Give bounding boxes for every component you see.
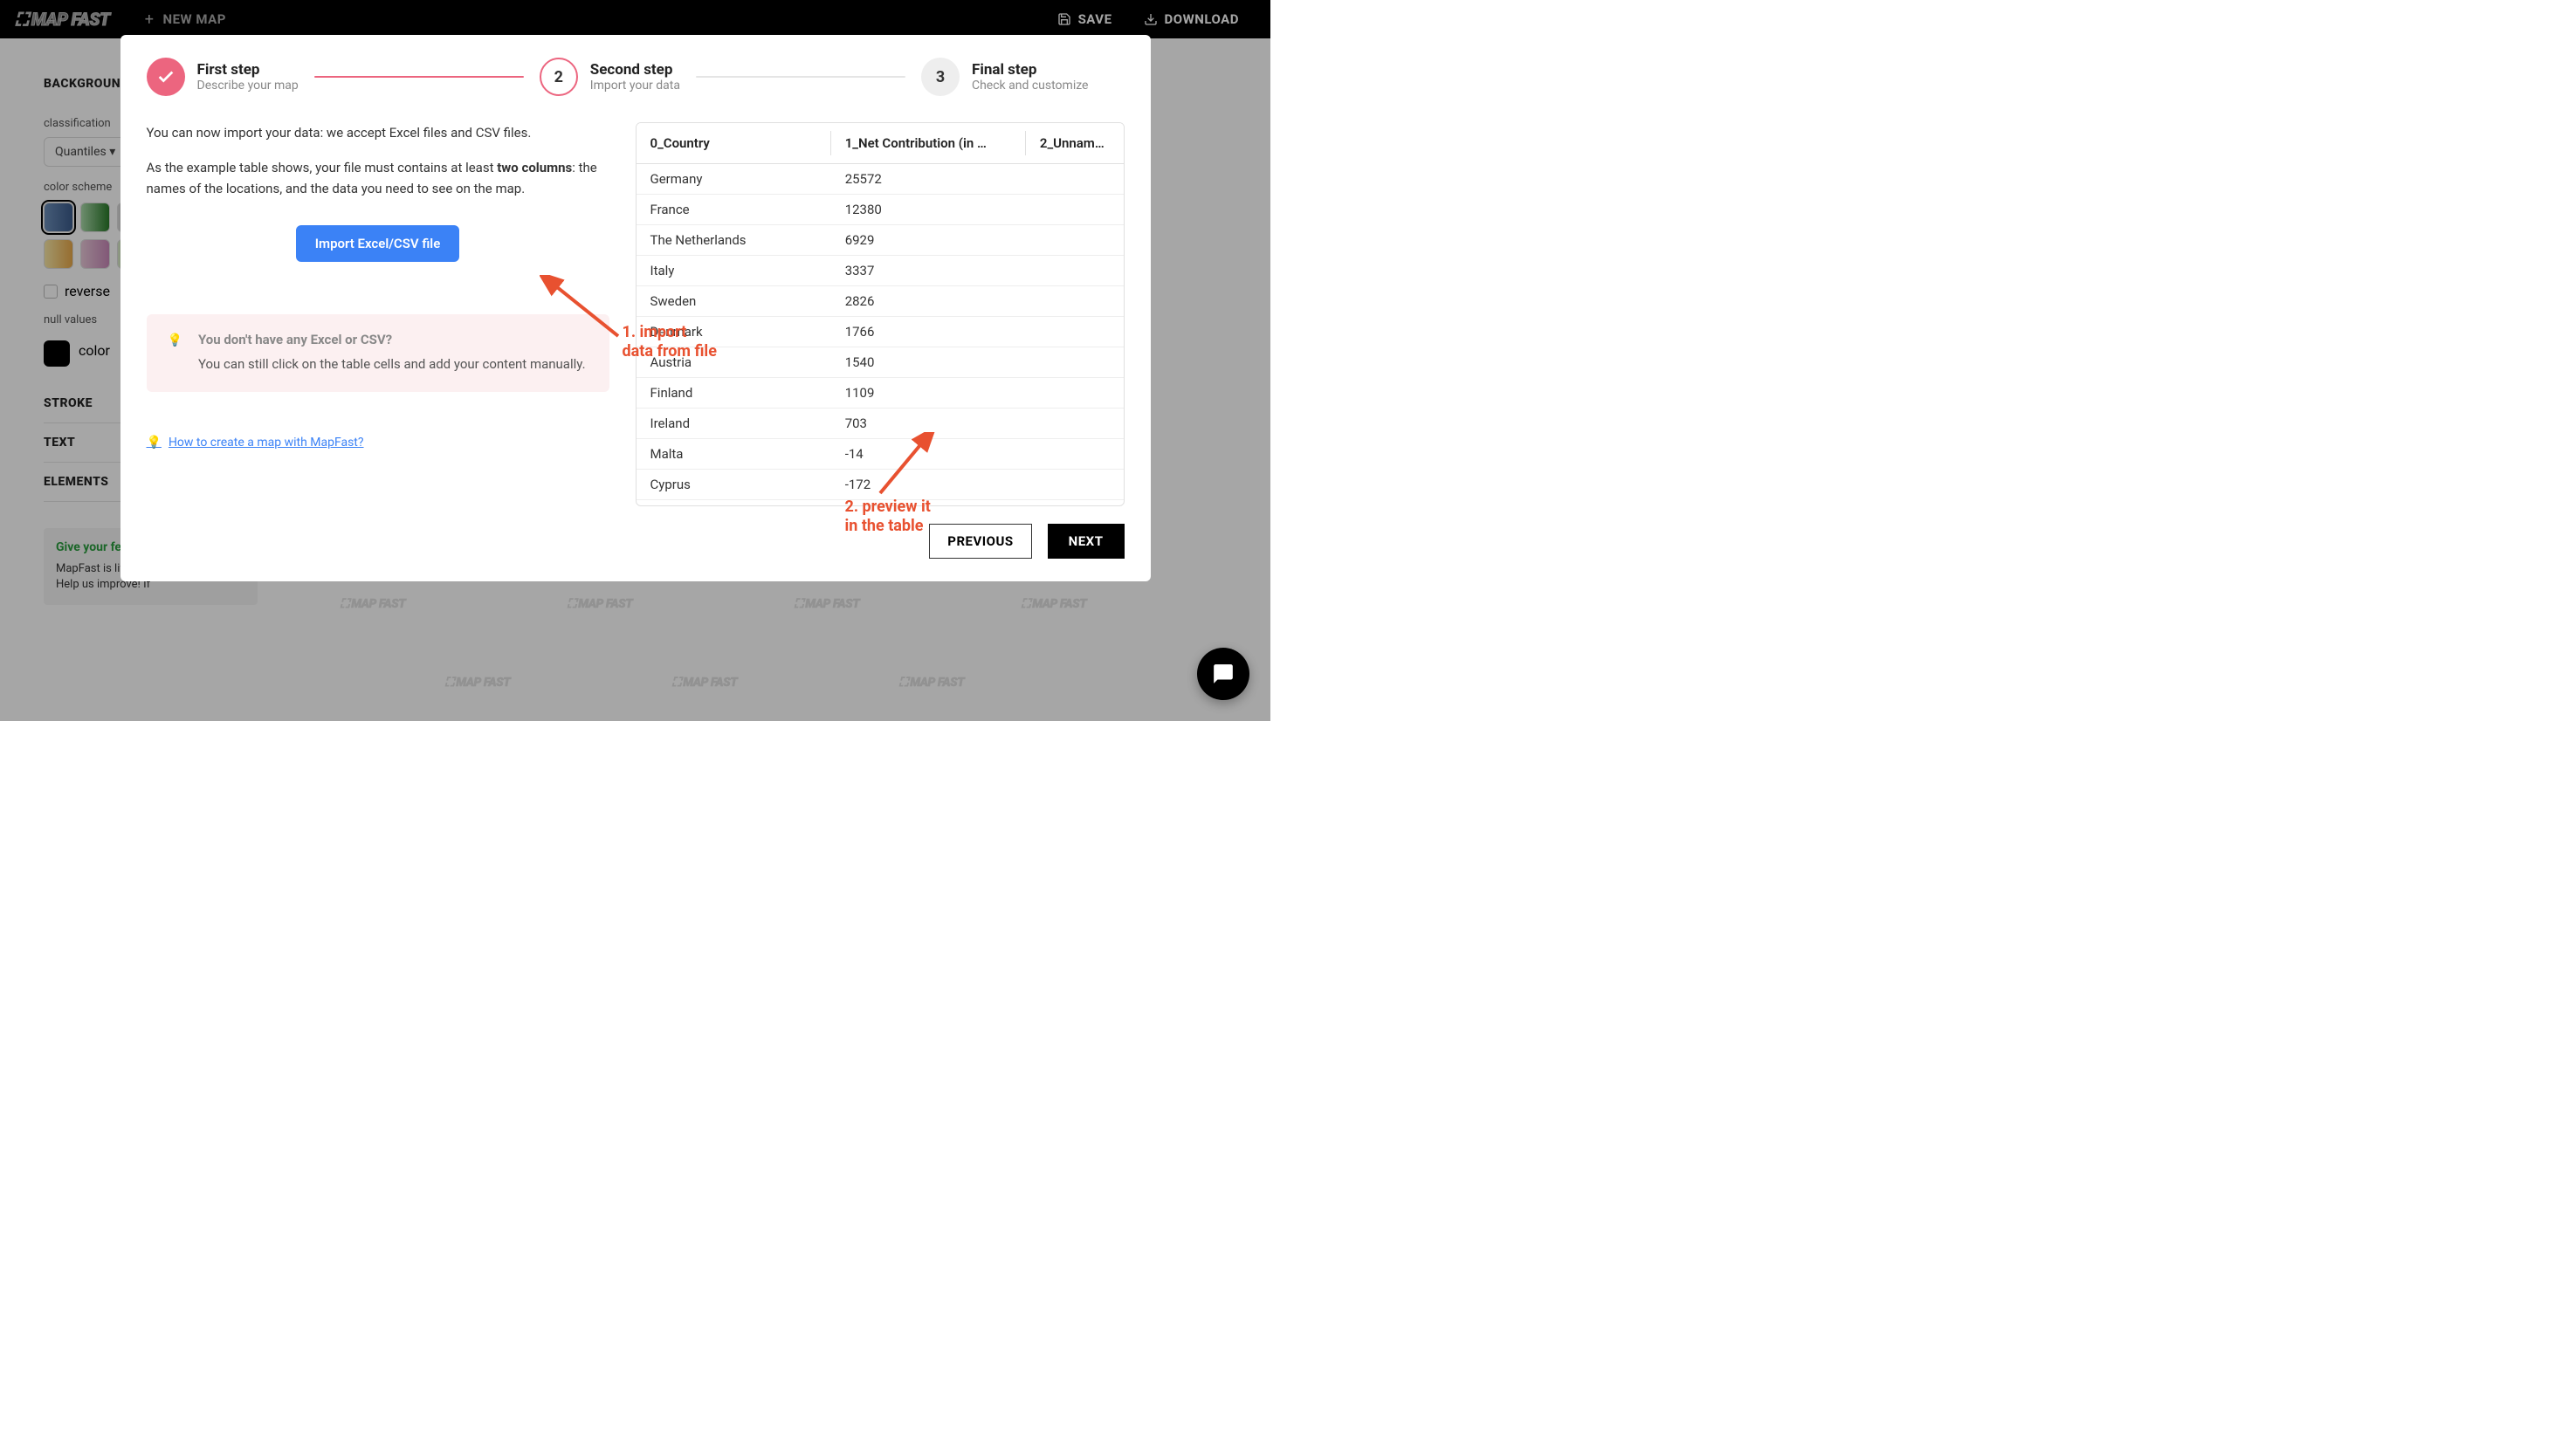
step-line-2: [696, 76, 905, 78]
cell-country[interactable]: Ireland: [637, 409, 831, 439]
lightbulb-icon: 💡: [168, 333, 182, 374]
intro-line-2: As the example table shows, your file mu…: [147, 157, 609, 199]
table-row[interactable]: Germany25572: [637, 164, 1124, 195]
cell-value[interactable]: 12380: [831, 195, 1026, 225]
step-2-title: Second step: [590, 61, 680, 79]
cell-country[interactable]: Finland: [637, 378, 831, 409]
step-2-labels: Second step Import your data: [590, 61, 680, 93]
step-1-circle: [147, 58, 185, 96]
cell-value[interactable]: 1540: [831, 347, 1026, 378]
lightbulb-icon: 💡: [147, 436, 162, 450]
cell-value[interactable]: -172: [831, 470, 1026, 500]
howto-link[interactable]: 💡 How to create a map with MapFast?: [147, 436, 609, 450]
cell-value[interactable]: 2826: [831, 286, 1026, 317]
cell-empty[interactable]: [1026, 439, 1124, 470]
cell-country[interactable]: Austria: [637, 347, 831, 378]
cell-value[interactable]: 3337: [831, 256, 1026, 286]
data-preview-table: 0_Country 1_Net Contribution (in … 2_Unn…: [636, 122, 1125, 506]
step-3[interactable]: 3 Final step Check and customize: [921, 58, 1089, 96]
cell-value[interactable]: 25572: [831, 164, 1026, 195]
step-3-title: Final step: [972, 61, 1089, 79]
intro-line-1: You can now import your data: we accept …: [147, 122, 609, 143]
cell-empty[interactable]: [1026, 470, 1124, 500]
chat-bubble-button[interactable]: [1197, 648, 1249, 700]
step-1-title: First step: [197, 61, 299, 79]
step-1[interactable]: First step Describe your map: [147, 58, 299, 96]
table-row[interactable]: France12380: [637, 195, 1124, 225]
cell-empty[interactable]: [1026, 378, 1124, 409]
col-header-0[interactable]: 0_Country: [637, 123, 831, 164]
cell-empty[interactable]: [1026, 409, 1124, 439]
step-1-labels: First step Describe your map: [197, 61, 299, 93]
cell-value[interactable]: -386: [831, 500, 1026, 507]
step-1-sub: Describe your map: [197, 79, 299, 93]
table-row[interactable]: The Netherlands6929: [637, 225, 1124, 256]
cell-value[interactable]: 1109: [831, 378, 1026, 409]
cell-country[interactable]: The Netherlands: [637, 225, 831, 256]
cell-value[interactable]: 6929: [831, 225, 1026, 256]
cell-empty[interactable]: [1026, 164, 1124, 195]
cell-empty[interactable]: [1026, 347, 1124, 378]
table-row[interactable]: Finland1109: [637, 378, 1124, 409]
step-2-circle: 2: [540, 58, 578, 96]
table-header-row: 0_Country 1_Net Contribution (in … 2_Unn…: [637, 123, 1124, 164]
cell-empty[interactable]: [1026, 225, 1124, 256]
import-file-button[interactable]: Import Excel/CSV file: [296, 225, 460, 262]
next-button[interactable]: NEXT: [1048, 524, 1125, 559]
col-header-2[interactable]: 2_Unnamed: 2: [1026, 123, 1124, 164]
instructions-column: You can now import your data: we accept …: [147, 122, 609, 506]
cell-value[interactable]: 1766: [831, 317, 1026, 347]
table-row[interactable]: Slovenia-386: [637, 500, 1124, 507]
modal-overlay: First step Describe your map 2 Second st…: [0, 0, 1270, 721]
check-icon: [156, 67, 175, 86]
table-row[interactable]: Austria1540: [637, 347, 1124, 378]
howto-text: How to create a map with MapFast?: [169, 436, 364, 450]
cell-country[interactable]: France: [637, 195, 831, 225]
table-row[interactable]: Ireland703: [637, 409, 1124, 439]
step-3-labels: Final step Check and customize: [972, 61, 1089, 93]
cell-country[interactable]: Malta: [637, 439, 831, 470]
cell-country[interactable]: Sweden: [637, 286, 831, 317]
table-row[interactable]: Italy3337: [637, 256, 1124, 286]
table-row[interactable]: Malta-14: [637, 439, 1124, 470]
cell-country[interactable]: Germany: [637, 164, 831, 195]
cell-empty[interactable]: [1026, 286, 1124, 317]
cell-country[interactable]: Slovenia: [637, 500, 831, 507]
hint-body: You can still click on the table cells a…: [198, 354, 586, 374]
cell-empty[interactable]: [1026, 317, 1124, 347]
cell-country[interactable]: Denmark: [637, 317, 831, 347]
cell-empty[interactable]: [1026, 500, 1124, 507]
col-header-1[interactable]: 1_Net Contribution (in …: [831, 123, 1026, 164]
table-row[interactable]: Sweden2826: [637, 286, 1124, 317]
table-row[interactable]: Denmark1766: [637, 317, 1124, 347]
cell-value[interactable]: 703: [831, 409, 1026, 439]
import-modal: First step Describe your map 2 Second st…: [120, 35, 1151, 581]
previous-button[interactable]: PREVIOUS: [929, 524, 1031, 559]
table-row[interactable]: Cyprus-172: [637, 470, 1124, 500]
hint-title: You don't have any Excel or CSV?: [198, 332, 586, 347]
step-3-circle: 3: [921, 58, 960, 96]
cell-country[interactable]: Cyprus: [637, 470, 831, 500]
cell-empty[interactable]: [1026, 195, 1124, 225]
step-2-sub: Import your data: [590, 79, 680, 93]
modal-body: You can now import your data: we accept …: [147, 122, 1125, 506]
step-2[interactable]: 2 Second step Import your data: [540, 58, 680, 96]
chat-icon: [1212, 663, 1235, 685]
step-line-1: [314, 76, 524, 78]
cell-value[interactable]: -14: [831, 439, 1026, 470]
cell-empty[interactable]: [1026, 256, 1124, 286]
cell-country[interactable]: Italy: [637, 256, 831, 286]
hint-box: 💡 You don't have any Excel or CSV? You c…: [147, 314, 609, 392]
modal-footer: PREVIOUS NEXT: [147, 524, 1125, 559]
step-3-sub: Check and customize: [972, 79, 1089, 93]
stepper: First step Describe your map 2 Second st…: [147, 58, 1125, 96]
